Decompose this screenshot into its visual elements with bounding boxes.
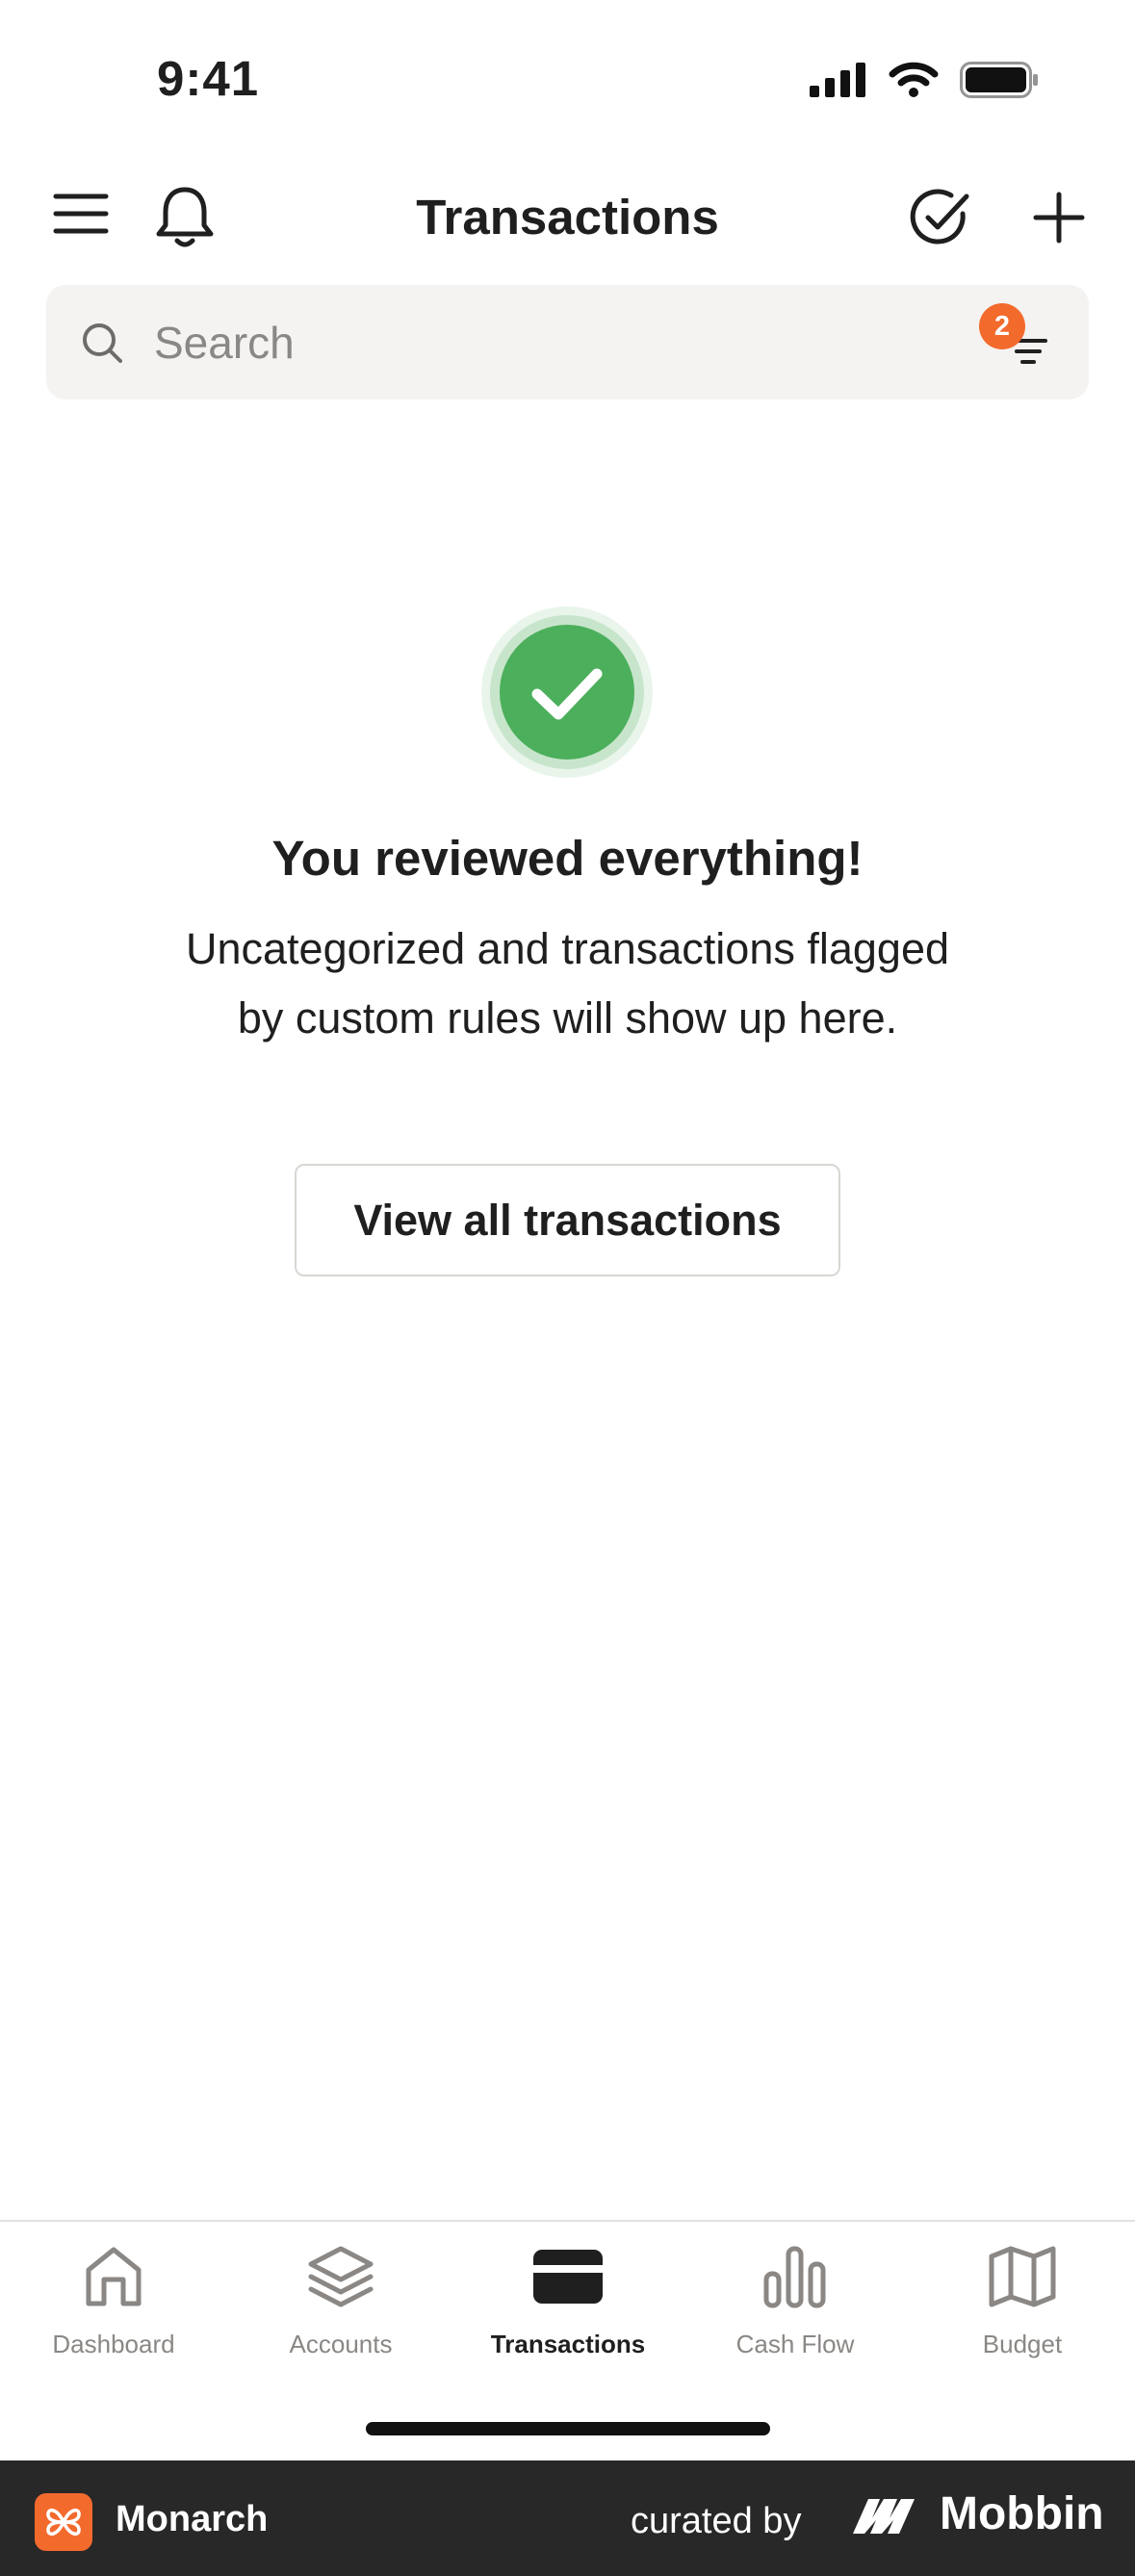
mobbin-mark-icon [853,2498,915,2534]
check-circle-icon [910,189,969,245]
search-icon [83,323,122,363]
tab-cash-flow[interactable]: Cash Flow [682,2241,909,2385]
home-indicator [366,2422,770,2435]
status-icons [810,62,1039,98]
monarch-logo-icon [35,2493,92,2551]
home-icon [86,2247,142,2306]
bar-chart-icon [763,2246,826,2308]
tab-label: Dashboard [52,2330,175,2358]
mobbin-wordmark: Mobbin [940,2488,1104,2539]
search-bar[interactable] [46,285,1089,399]
tab-accounts[interactable]: Accounts [227,2241,454,2385]
transactions-screen: 9:41 Transactions Search 2 You reviewed … [0,0,1135,2576]
map-icon [989,2246,1056,2307]
branding-footer: Monarch curated by Mobbin [0,2460,1135,2576]
status-time: 9:41 [157,51,260,106]
wifi-icon [889,62,939,97]
battery-icon [960,62,1038,98]
layers-icon [308,2246,374,2307]
cellular-signal-icon [810,63,865,97]
tab-budget[interactable]: Budget [909,2241,1135,2385]
tab-transactions[interactable]: Transactions [454,2241,682,2385]
curated-by-label: curated by [631,2501,802,2541]
tab-label: Cash Flow [735,2330,855,2358]
filter-count-badge: 2 [979,303,1025,349]
empty-state-description: Uncategorized and transactions flagged b… [185,924,949,1043]
add-transaction-button[interactable] [1024,183,1094,252]
tab-label: Budget [982,2330,1063,2358]
brand-name: Monarch [116,2499,269,2539]
search-input[interactable] [154,304,943,381]
success-check-badge [479,605,655,780]
plus-icon [1033,192,1085,244]
view-all-transactions-button[interactable]: View all transactions [295,1164,840,1276]
tab-dashboard[interactable]: Dashboard [0,2241,227,2385]
mobbin-logo: Mobbin [851,2487,1104,2540]
tab-label: Accounts [289,2330,393,2358]
checkmark-icon [481,606,653,778]
card-icon [533,2250,603,2304]
mark-reviewed-button[interactable] [905,183,974,252]
empty-state-heading: You reviewed everything! [271,831,864,886]
tab-label: Transactions [490,2330,646,2358]
